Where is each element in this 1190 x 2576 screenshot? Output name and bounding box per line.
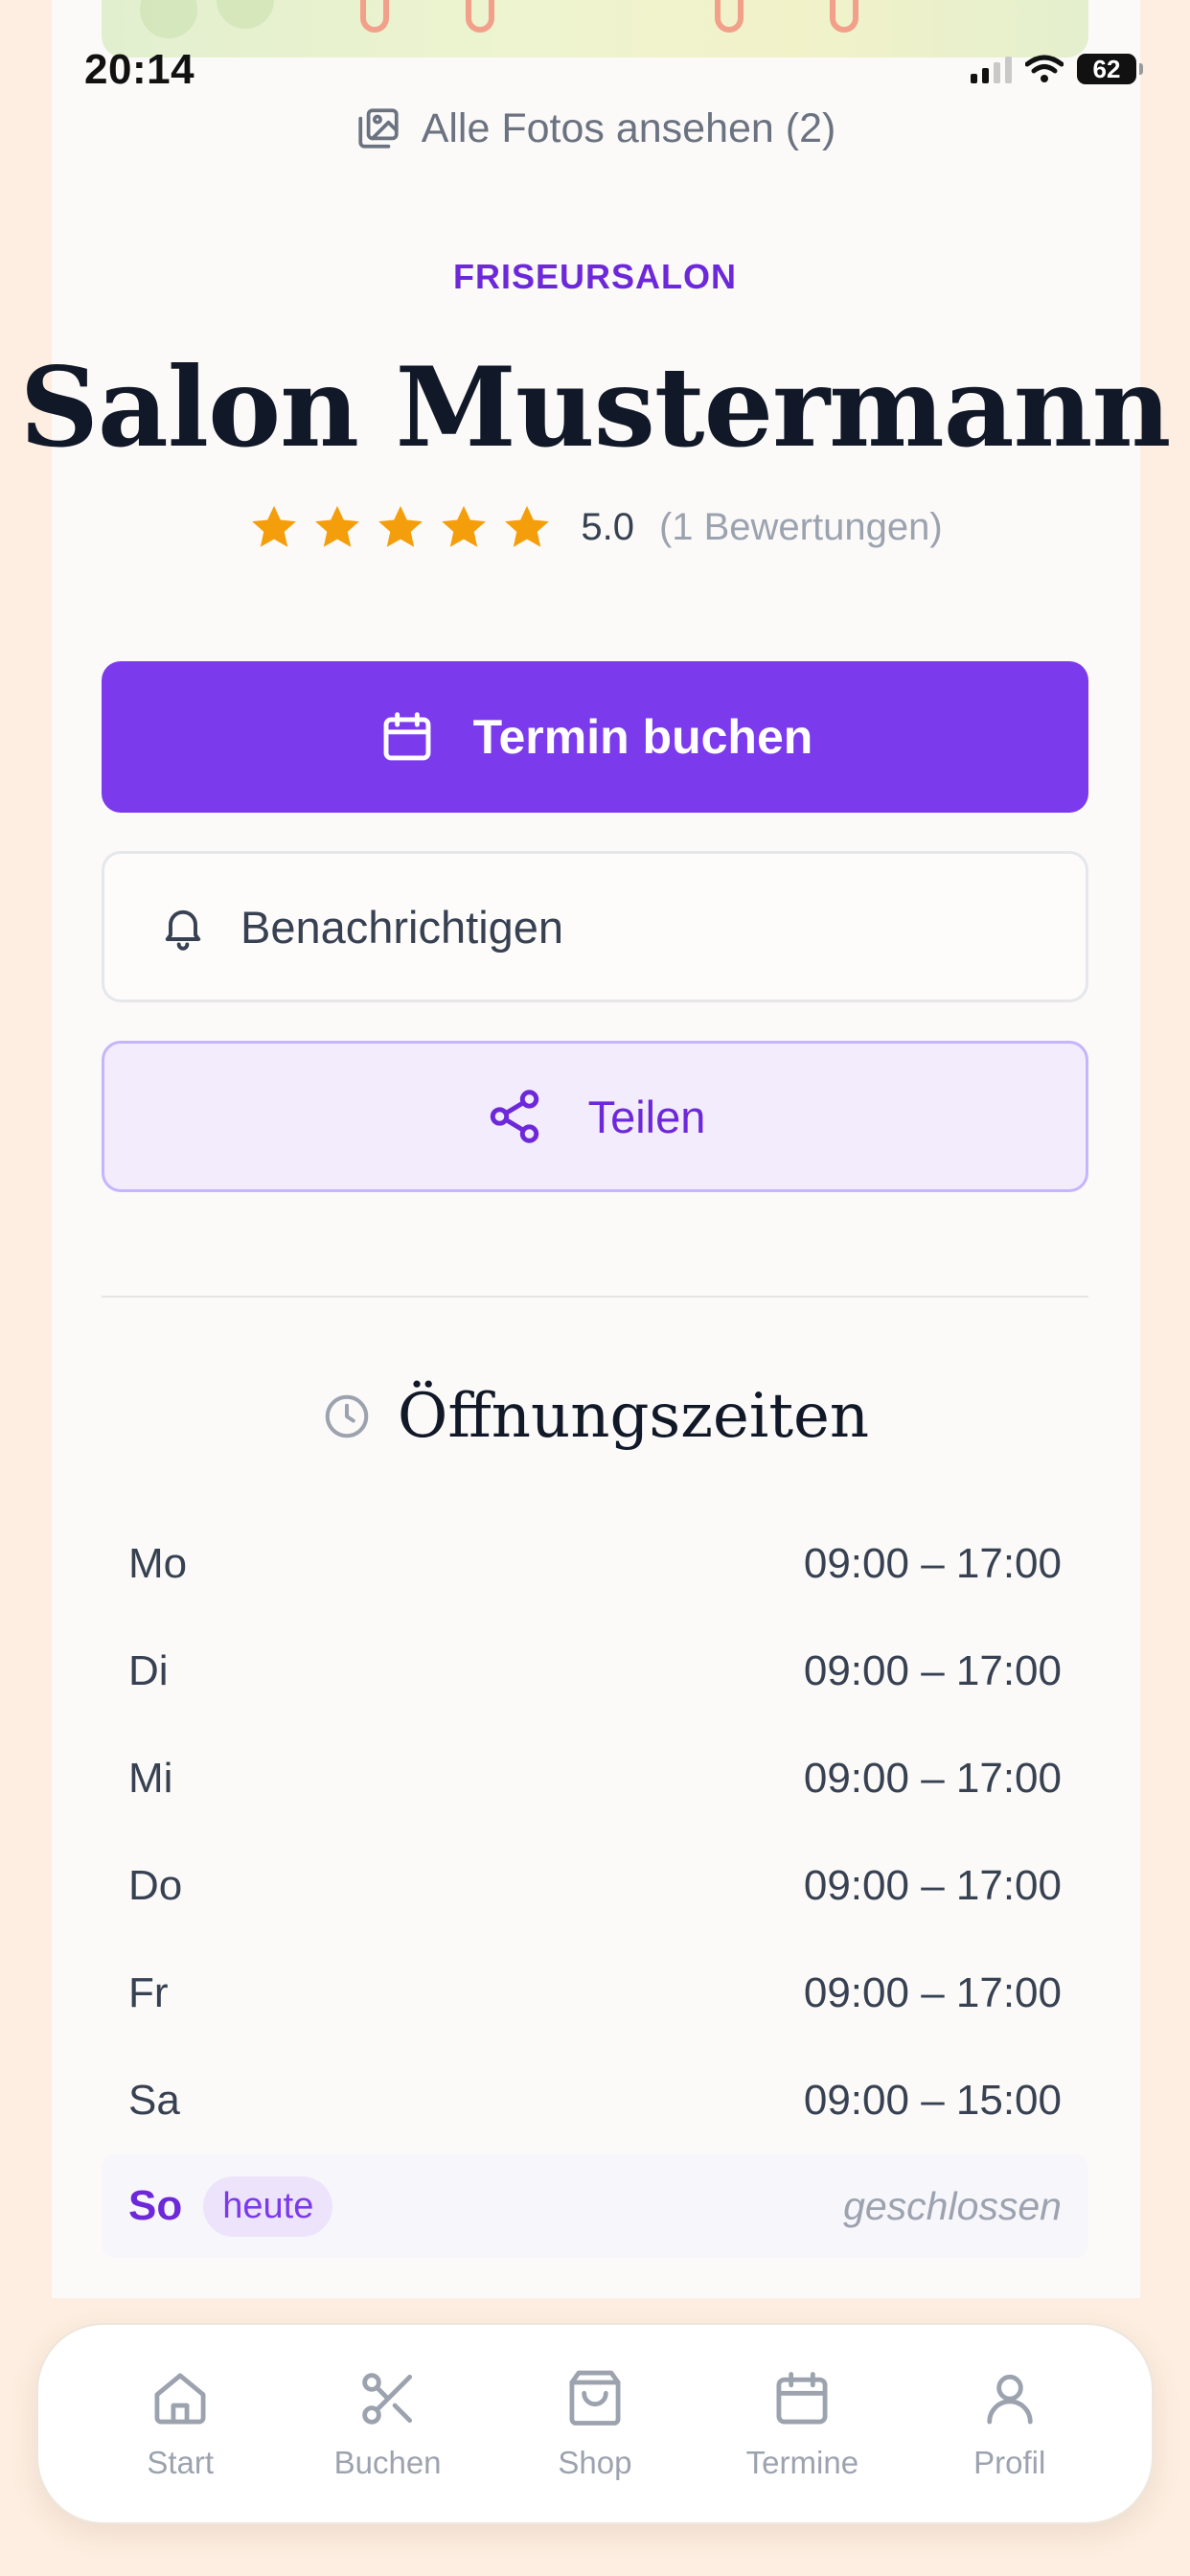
calendar-icon [776,2372,828,2425]
battery-indicator: 62 [1077,54,1143,84]
rating-count: (1 Bewertungen) [658,505,943,548]
bottom-tab-bar: Start Buchen Shop Termine Profil [36,2323,1154,2524]
view-all-photos-link[interactable]: Alle Fotos ansehen (2) [0,100,1190,157]
share-label: Teilen [587,1091,706,1142]
section-divider [102,1296,1088,1298]
day-label: Do [128,1862,183,1909]
salon-category: FRISEURSALON [452,257,737,296]
star-icon [378,505,423,547]
hours-value: 09:00 – 17:00 [803,1540,1062,1587]
salon-detail-screen: 20:14 62 Alle Fotos ansehen (2) FRISEURS… [0,0,1190,2576]
star-icon [252,505,297,547]
share-icon [490,1090,538,1143]
tab-start[interactable]: Start [84,2366,276,2481]
rating-value: 5.0 [581,505,634,548]
gallery-icon [358,108,399,149]
cellular-signal-icon [971,55,1012,83]
hours-row-do: Do 09:00 – 17:00 [102,1832,1088,1940]
day-label: Di [128,1647,169,1694]
bell-icon [165,909,201,951]
status-time: 20:14 [84,46,195,93]
hours-value: 09:00 – 15:00 [803,2077,1062,2124]
shopping-bag-icon [569,2370,621,2426]
share-button[interactable]: Teilen [102,1041,1088,1192]
hours-row-so-today: So heute geschlossen [102,2154,1088,2258]
opening-hours-heading: Öffnungszeiten [0,1378,1190,1455]
notify-button[interactable]: Benachrichtigen [102,851,1088,1002]
status-icons: 62 [971,54,1143,84]
opening-hours-title: Öffnungszeiten [397,1381,870,1452]
today-badge: heute [203,2175,333,2237]
hours-value: 09:00 – 17:00 [803,1969,1062,2016]
tab-label: Profil [973,2445,1046,2480]
user-icon [987,2374,1033,2425]
tab-termine[interactable]: Termine [706,2366,898,2481]
hours-row-di: Di 09:00 – 17:00 [102,1618,1088,1725]
hours-value: 09:00 – 17:00 [803,1647,1062,1694]
day-label: Fr [128,1969,169,2016]
hours-row-sa: Sa 09:00 – 15:00 [102,2047,1088,2154]
opening-hours-list: Mo 09:00 – 17:00 Di 09:00 – 17:00 Mi 09:… [102,1510,1088,2258]
book-appointment-button[interactable]: Termin buchen [102,661,1088,813]
view-all-photos-label: Alle Fotos ansehen (2) [421,104,836,151]
closed-label: geschlossen [843,2183,1062,2228]
star-icon [505,505,550,547]
day-label: So [128,2182,183,2229]
hours-row-mi: Mi 09:00 – 17:00 [102,1725,1088,1832]
tab-shop[interactable]: Shop [499,2366,691,2481]
tab-label: Start [147,2445,215,2480]
day-label: Mo [128,1540,188,1587]
salon-name: Salon Mustermann [19,343,1172,472]
hours-value: 09:00 – 17:00 [803,1862,1062,1909]
day-label: Sa [128,2077,180,2124]
day-label: Mi [128,1755,173,1802]
wifi-icon [1025,55,1064,82]
star-icon [442,505,487,547]
star-icon [315,505,360,547]
rating-summary[interactable]: 5.0 (1 Bewertungen) [0,498,1190,556]
tab-label: Termine [745,2445,859,2480]
scissors-icon [361,2373,412,2425]
tab-label: Shop [558,2445,632,2480]
hours-value: 09:00 – 17:00 [803,1755,1062,1802]
tab-buchen[interactable]: Buchen [292,2366,484,2481]
book-appointment-label: Termin buchen [472,710,813,764]
calendar-icon [383,712,431,761]
star-rating [247,500,554,554]
clock-icon [325,1394,369,1438]
home-icon [154,2373,206,2425]
hours-row-mo: Mo 09:00 – 17:00 [102,1510,1088,1618]
tab-label: Buchen [333,2445,442,2480]
day-with-badge: So heute [128,2175,333,2237]
hero-image[interactable] [102,0,1088,58]
hours-row-fr: Fr 09:00 – 17:00 [102,1940,1088,2047]
tab-profil[interactable]: Profil [914,2366,1106,2481]
notify-label: Benachrichtigen [240,901,564,953]
